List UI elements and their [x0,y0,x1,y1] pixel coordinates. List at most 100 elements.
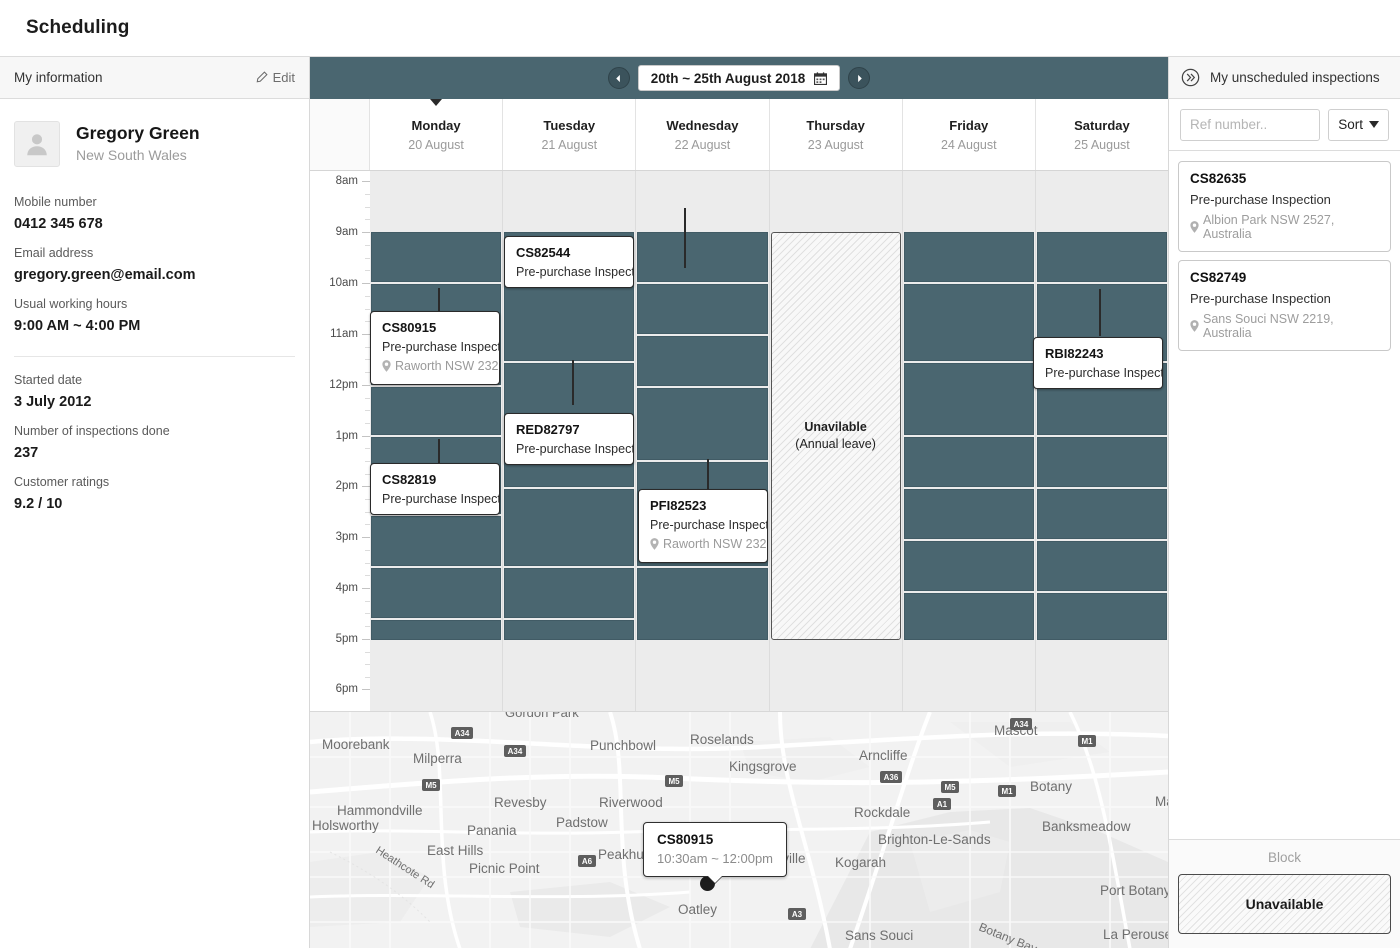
map-place-label: Arncliffe [859,748,908,763]
day-date: 20 August [408,137,464,152]
calendar-tooltip-pfi82523[interactable]: PFI82523 Pre-purchase Inspection Raworth… [638,489,768,563]
appointment-block[interactable] [1036,232,1168,282]
location-pin-icon [1190,221,1199,233]
person-icon [27,134,47,156]
field-label: Number of inspections done [14,424,170,438]
field-started-date: Started date 3 July 2012 [14,363,295,414]
appointment-block[interactable] [903,541,1034,591]
appointment-block[interactable] [637,336,768,386]
appointment-block[interactable] [637,568,768,640]
map-place-label: Port Botany [1100,883,1168,898]
profile-summary: Gregory Green New South Wales [14,99,295,185]
appointment-block[interactable] [371,387,502,435]
appointment-block[interactable] [903,363,1034,435]
location-pin-icon [1190,320,1199,332]
map-tooltip[interactable]: CS80915 10:30am ~ 12:00pm [643,822,787,883]
day-date: 21 August [541,137,598,152]
appointment-block[interactable] [1036,541,1168,591]
calendar-tooltip-cs82544[interactable]: CS82544 Pre-purchase Inspection [504,236,634,288]
appointment-block[interactable] [1036,489,1168,539]
date-range-picker[interactable]: 20th ~ 25th August 2018 [637,65,841,91]
map-place-label: Picnic Point [469,861,540,876]
map-place-label: Kogarah [835,855,886,870]
road-shield-label: M5 [425,781,437,790]
unscheduled-card-cs82635[interactable]: CS82635 Pre-purchase Inspection Albion P… [1178,161,1391,252]
calendar-tooltip-cs82819[interactable]: CS82819 Pre-purchase Inspection [370,463,500,515]
next-week-button[interactable] [848,67,871,89]
tooltip-ref: CS80915 [382,320,437,335]
appointment-block[interactable] [504,568,635,618]
day-column-monday[interactable] [370,171,504,711]
time-label: 3pm [335,531,358,543]
map-place-label: Gordon Park [505,712,579,720]
day-name: Wednesday [666,117,739,133]
map-tooltip-time: 10:30am ~ 12:00pm [657,851,773,866]
appointment-block[interactable] [371,516,502,566]
day-column-wednesday[interactable] [636,171,770,711]
day-name: Saturday [1074,117,1130,133]
tooltip-type: Pre-purchase Inspection [516,442,634,456]
location-pin-icon [650,538,659,550]
appointment-block[interactable] [371,620,502,640]
day-header-saturday[interactable]: Saturday 25 August [1036,99,1168,170]
collapse-panel-icon[interactable] [1181,68,1200,87]
time-label: 5pm [335,633,358,645]
appointment-block[interactable] [637,284,768,334]
sort-label: Sort [1338,117,1363,132]
unscheduled-card-cs82749[interactable]: CS82749 Pre-purchase Inspection Sans Sou… [1178,260,1391,351]
appointment-block[interactable] [1036,593,1168,640]
edit-information-button[interactable]: Edit [255,70,295,85]
calendar-tooltip-cs80915[interactable]: CS80915 Pre-purchase Inspection Raworth … [370,311,500,385]
appointment-block[interactable] [903,437,1034,487]
appointment-block[interactable] [504,489,635,566]
unavailable-block-text: Unavilable (Annual leave) [795,419,876,453]
day-header-thursday[interactable]: Thursday 23 August [770,99,903,170]
time-gutter-header [310,99,370,170]
day-column-saturday[interactable] [1035,171,1168,711]
tooltip-ref: PFI82523 [650,498,707,513]
day-column-friday[interactable] [902,171,1036,711]
ref-number-input[interactable] [1180,108,1321,141]
day-header-friday[interactable]: Friday 24 August [903,99,1036,170]
unscheduled-list: CS82635 Pre-purchase Inspection Albion P… [1169,151,1400,839]
tooltip-location: Raworth NSW 2321, Australia [650,537,767,551]
card-type: Pre-purchase Inspection [1190,291,1331,306]
sort-button[interactable]: Sort [1328,108,1389,141]
time-label: 10am [329,277,358,289]
calendar-tooltip-rbi82243[interactable]: RBI82243 Pre-purchase Inspection [1033,337,1163,389]
appointment-block[interactable] [903,489,1034,539]
unavailable-chip[interactable]: Unavailable [1178,874,1391,934]
tooltip-type: Pre-purchase Inspection [382,492,500,506]
tooltip-type: Pre-purchase Inspection [382,340,500,354]
field-value: 9.2 / 10 [14,496,63,512]
appointment-block[interactable] [371,232,502,282]
card-location: Albion Park NSW 2527, Australia [1190,213,1379,241]
appointment-block[interactable] [903,593,1034,640]
day-date: 25 August [1074,137,1130,152]
appointment-block[interactable] [504,284,635,361]
calendar-toolbar: 20th ~ 25th August 2018 [310,57,1168,99]
prev-week-button[interactable] [607,67,630,89]
unscheduled-inspections-panel: My unscheduled inspections Sort CS82635 … [1168,57,1400,948]
unscheduled-search-row: Sort [1169,99,1400,151]
appointment-block[interactable] [637,232,768,282]
appointment-block[interactable] [504,620,635,640]
appointment-block[interactable] [371,568,502,618]
unavailable-block[interactable]: Unavilable (Annual leave) [770,232,901,640]
appointment-block[interactable] [903,232,1034,282]
appointment-block[interactable] [903,284,1034,361]
map-place-label: East Hills [427,843,484,858]
location-pin-icon [382,360,391,372]
appointment-block[interactable] [1036,437,1168,487]
day-header-wednesday[interactable]: Wednesday 22 August [636,99,770,170]
time-label: 6pm [335,683,358,695]
map-place-label: Kingsgrove [729,759,797,774]
field-label: Usual working hours [14,297,128,311]
day-column-thursday[interactable]: Unavilable (Annual leave) [769,171,903,711]
appointment-block[interactable] [637,388,768,460]
day-header-tuesday[interactable]: Tuesday 21 August [503,99,637,170]
day-header-monday[interactable]: Monday 20 August [370,99,504,170]
calendar-tooltip-red82797[interactable]: RED82797 Pre-purchase Inspection [504,413,634,465]
map-view[interactable]: Gordon Park Moorebank Milperra Punchbowl Ros… [310,711,1168,948]
map-place-label: Rockdale [854,805,910,820]
